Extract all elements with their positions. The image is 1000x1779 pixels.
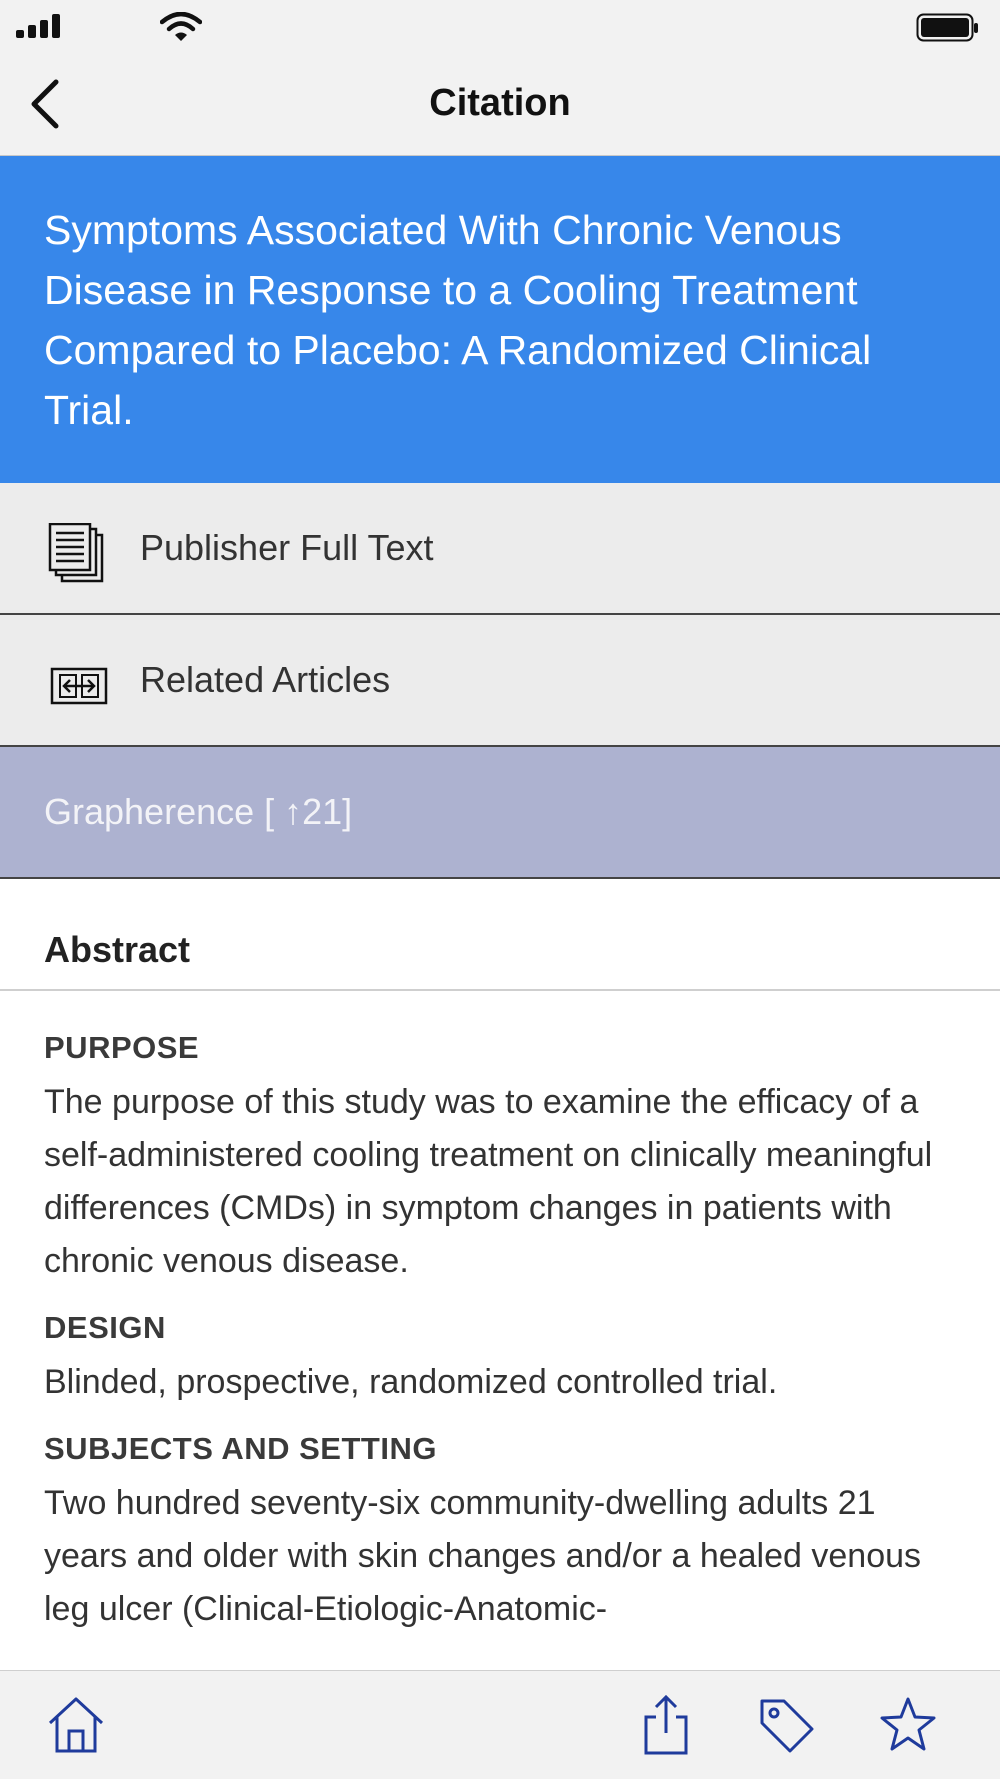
star-icon — [880, 1697, 936, 1751]
share-icon — [644, 1694, 688, 1755]
favorite-button[interactable] — [878, 1693, 938, 1757]
related-articles-button[interactable]: Related Articles — [0, 615, 1000, 747]
article-title-banner: Symptoms Associated With Chronic Venous … — [0, 156, 1000, 483]
document-stack-icon — [48, 523, 104, 583]
home-button[interactable] — [46, 1693, 106, 1757]
tag-button[interactable] — [756, 1693, 816, 1757]
home-icon — [48, 1697, 104, 1753]
grapherence-label: Grapherence [ ↑21] — [44, 791, 353, 832]
signal-strength-icon — [16, 14, 62, 38]
section-text-design: Blinded, prospective, randomized control… — [44, 1363, 778, 1401]
section-text-purpose: The purpose of this study was to examine… — [44, 1083, 933, 1280]
tag-icon — [760, 1699, 814, 1753]
abstract-heading: Abstract — [44, 929, 191, 970]
status-bar — [0, 0, 1000, 54]
battery-icon — [916, 13, 978, 42]
section-heading-design: DESIGN — [44, 1310, 166, 1345]
bottom-toolbar — [0, 1670, 1000, 1779]
navigation-bar: Citation — [0, 54, 1000, 156]
section-text-subjects: Two hundred seventy-six community-dwelli… — [44, 1484, 922, 1628]
related-articles-icon — [50, 667, 108, 705]
share-button[interactable] — [636, 1693, 696, 1757]
publisher-full-text-button[interactable]: Publisher Full Text — [0, 483, 1000, 615]
abstract-body: PURPOSE The purpose of this study was to… — [44, 1030, 964, 1658]
abstract-header: Abstract — [0, 881, 1000, 991]
page-title: Citation — [429, 82, 571, 124]
publisher-full-text-label: Publisher Full Text — [140, 527, 434, 568]
section-heading-subjects: SUBJECTS AND SETTING — [44, 1431, 437, 1466]
article-title: Symptoms Associated With Chronic Venous … — [44, 207, 872, 433]
grapherence-button[interactable]: Grapherence [ ↑21] — [0, 747, 1000, 879]
related-articles-label: Related Articles — [140, 659, 391, 700]
section-heading-purpose: PURPOSE — [44, 1030, 200, 1065]
wifi-icon — [160, 12, 202, 41]
